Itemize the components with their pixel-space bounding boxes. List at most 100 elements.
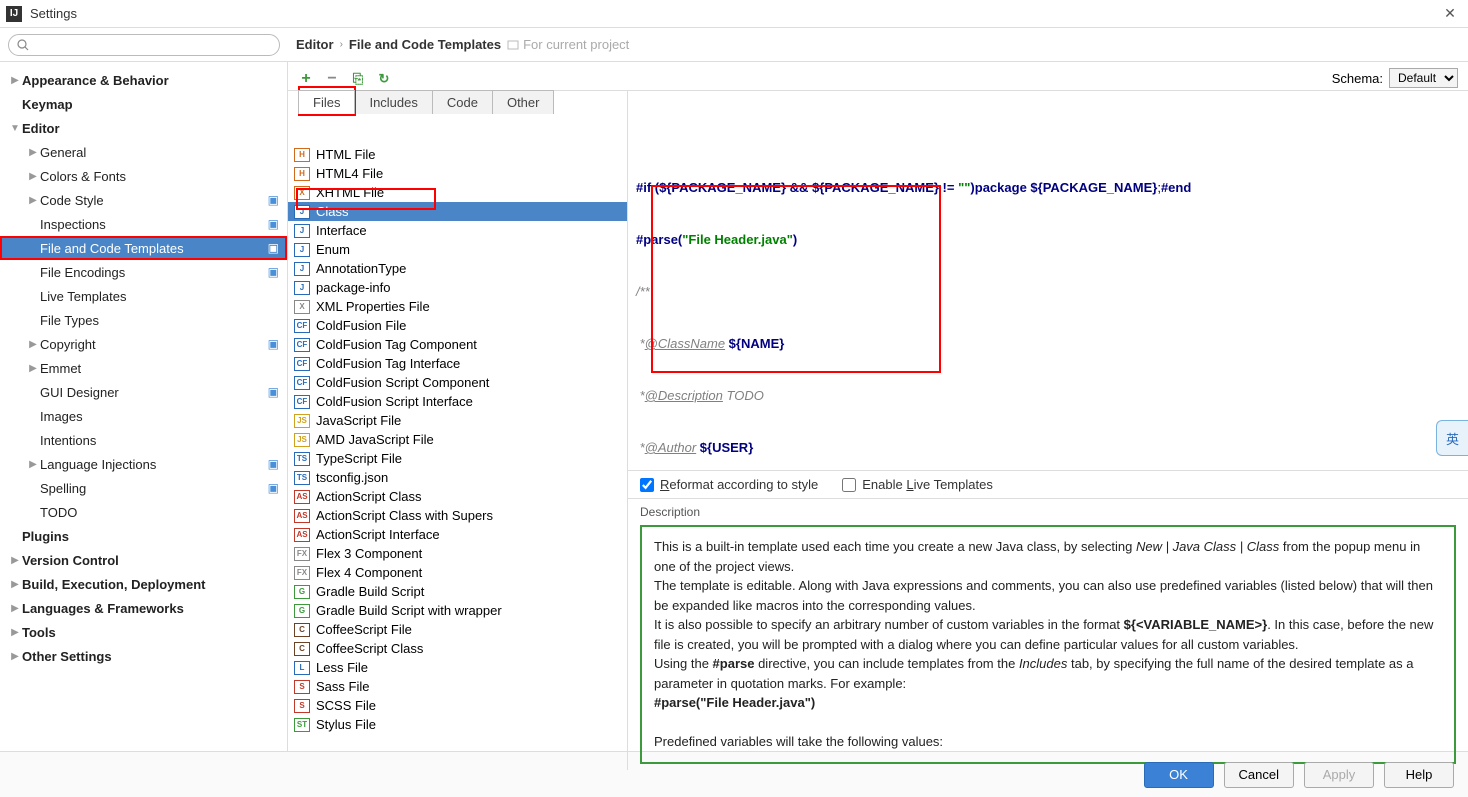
template-item[interactable]: JSAMD JavaScript File	[288, 430, 627, 449]
template-item[interactable]: JClass	[288, 202, 627, 221]
template-item[interactable]: ASActionScript Class	[288, 487, 627, 506]
template-item[interactable]: CCoffeeScript Class	[288, 639, 627, 658]
copy-icon[interactable]: ⎘	[350, 71, 366, 87]
tree-item[interactable]: File Encodings▣	[0, 260, 287, 284]
help-button[interactable]: Help	[1384, 762, 1454, 788]
template-label: AnnotationType	[316, 261, 406, 276]
tab-files[interactable]: Files	[298, 90, 355, 114]
close-icon[interactable]: ✕	[1438, 5, 1462, 22]
tree-item[interactable]: Live Templates	[0, 284, 287, 308]
code-editor[interactable]: #if (${PACKAGE_NAME} && ${PACKAGE_NAME} …	[628, 145, 1468, 471]
template-item[interactable]: CFColdFusion Tag Interface	[288, 354, 627, 373]
template-label: ActionScript Interface	[316, 527, 440, 542]
tree-item-label: Editor	[22, 121, 279, 136]
refresh-icon[interactable]: ↻	[376, 71, 392, 87]
tree-item[interactable]: ▶Emmet	[0, 356, 287, 380]
reformat-checkbox[interactable]: Reformat according to style	[640, 477, 818, 492]
settings-tree[interactable]: ▶Appearance & BehaviorKeymap▼Editor▶Gene…	[0, 62, 288, 751]
template-label: Gradle Build Script with wrapper	[316, 603, 502, 618]
template-label: ColdFusion Tag Component	[316, 337, 477, 352]
template-label: tsconfig.json	[316, 470, 388, 485]
template-item[interactable]: CFColdFusion File	[288, 316, 627, 335]
tree-item[interactable]: ▶Colors & Fonts	[0, 164, 287, 188]
cancel-button[interactable]: Cancel	[1224, 762, 1294, 788]
template-item[interactable]: CFColdFusion Script Interface	[288, 392, 627, 411]
tree-item[interactable]: File and Code Templates▣	[0, 236, 287, 260]
tree-item-label: File and Code Templates	[40, 241, 268, 256]
template-item[interactable]: ASActionScript Class with Supers	[288, 506, 627, 525]
tree-item[interactable]: ▶Code Style▣	[0, 188, 287, 212]
tree-item[interactable]: ▶Language Injections▣	[0, 452, 287, 476]
remove-icon[interactable]: −	[324, 71, 340, 87]
add-icon[interactable]: +	[298, 71, 314, 87]
tree-item[interactable]: Plugins	[0, 524, 287, 548]
tree-item[interactable]: ▶Tools	[0, 620, 287, 644]
template-item[interactable]: GGradle Build Script	[288, 582, 627, 601]
tree-item[interactable]: GUI Designer▣	[0, 380, 287, 404]
tree-item[interactable]: Spelling▣	[0, 476, 287, 500]
template-list[interactable]: HHTML FileHHTML4 FileXXHTML FileJClassJI…	[288, 91, 628, 770]
template-item[interactable]: GGradle Build Script with wrapper	[288, 601, 627, 620]
template-item[interactable]: XXHTML File	[288, 183, 627, 202]
template-label: ColdFusion Script Component	[316, 375, 489, 390]
template-label: package-info	[316, 280, 390, 295]
tree-item[interactable]: TODO	[0, 500, 287, 524]
template-item[interactable]: FXFlex 4 Component	[288, 563, 627, 582]
ok-button[interactable]: OK	[1144, 762, 1214, 788]
project-scope-icon: ▣	[268, 457, 279, 471]
template-item[interactable]: STStylus File	[288, 715, 627, 734]
tab-includes[interactable]: Includes	[354, 90, 432, 114]
template-item[interactable]: LLess File	[288, 658, 627, 677]
template-item[interactable]: HHTML File	[288, 145, 627, 164]
tree-item[interactable]: Images	[0, 404, 287, 428]
tree-item[interactable]: Inspections▣	[0, 212, 287, 236]
tree-item[interactable]: ▶Copyright▣	[0, 332, 287, 356]
tab-code[interactable]: Code	[432, 90, 493, 114]
tree-item-label: Code Style	[40, 193, 268, 208]
template-item[interactable]: CFColdFusion Script Component	[288, 373, 627, 392]
template-item[interactable]: CCoffeeScript File	[288, 620, 627, 639]
tree-item[interactable]: File Types	[0, 308, 287, 332]
template-label: Stylus File	[316, 717, 376, 732]
tree-item[interactable]: Intentions	[0, 428, 287, 452]
file-icon: CF	[294, 395, 310, 409]
template-item[interactable]: SSCSS File	[288, 696, 627, 715]
template-item[interactable]: JInterface	[288, 221, 627, 240]
template-label: Less File	[316, 660, 368, 675]
ime-badge[interactable]: 英	[1436, 420, 1468, 456]
template-label: Gradle Build Script	[316, 584, 424, 599]
tree-item[interactable]: ▶Other Settings	[0, 644, 287, 668]
template-item[interactable]: HHTML4 File	[288, 164, 627, 183]
template-item[interactable]: TSTypeScript File	[288, 449, 627, 468]
template-item[interactable]: JEnum	[288, 240, 627, 259]
search-input[interactable]	[8, 34, 280, 56]
schema-dropdown[interactable]: Default	[1389, 68, 1458, 88]
tree-item[interactable]: ▶Version Control	[0, 548, 287, 572]
template-item[interactable]: FXFlex 3 Component	[288, 544, 627, 563]
project-scope-icon: ▣	[268, 241, 279, 255]
template-label: Class	[316, 204, 349, 219]
template-item[interactable]: XXML Properties File	[288, 297, 627, 316]
tree-item[interactable]: ▶General	[0, 140, 287, 164]
search-field[interactable]	[33, 38, 271, 52]
template-item[interactable]: CFColdFusion Tag Component	[288, 335, 627, 354]
template-item[interactable]: SSass File	[288, 677, 627, 696]
tree-item[interactable]: Keymap	[0, 92, 287, 116]
file-icon: J	[294, 281, 310, 295]
template-item[interactable]: JAnnotationType	[288, 259, 627, 278]
template-item[interactable]: Jpackage-info	[288, 278, 627, 297]
tree-item[interactable]: ▶Appearance & Behavior	[0, 68, 287, 92]
tree-item[interactable]: ▶Languages & Frameworks	[0, 596, 287, 620]
tree-item[interactable]: ▼Editor	[0, 116, 287, 140]
breadcrumb-page: File and Code Templates	[349, 37, 501, 52]
tree-item[interactable]: ▶Build, Execution, Deployment	[0, 572, 287, 596]
tab-other[interactable]: Other	[492, 90, 555, 114]
apply-button[interactable]: Apply	[1304, 762, 1374, 788]
live-templates-checkbox[interactable]: Enable Live Templates	[842, 477, 993, 492]
file-icon: FX	[294, 547, 310, 561]
template-label: HTML File	[316, 147, 375, 162]
template-item[interactable]: ASActionScript Interface	[288, 525, 627, 544]
tree-item-label: Spelling	[40, 481, 268, 496]
template-item[interactable]: JSJavaScript File	[288, 411, 627, 430]
template-item[interactable]: TStsconfig.json	[288, 468, 627, 487]
